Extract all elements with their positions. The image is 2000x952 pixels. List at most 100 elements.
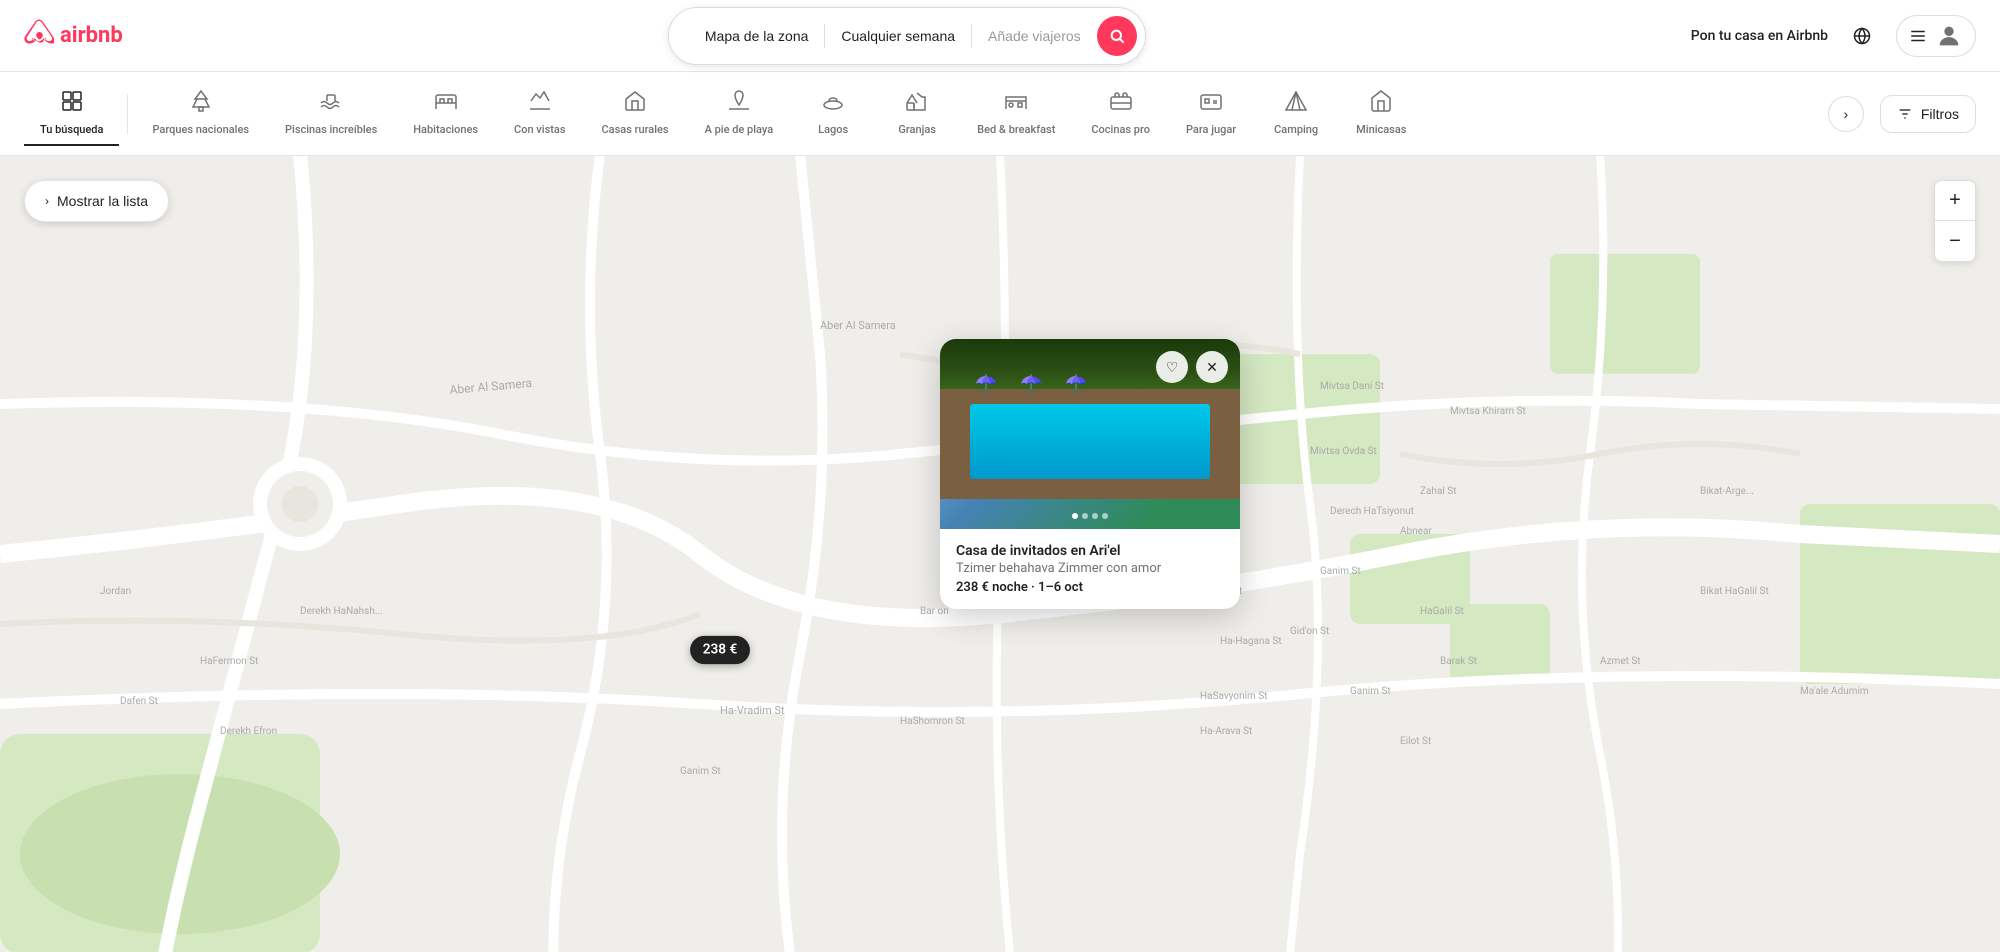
filter-button[interactable]: Filtros (1880, 95, 1976, 133)
popup-actions: ♡ ✕ (1156, 351, 1228, 383)
cat-icon-con-vistas (528, 89, 552, 119)
sidebar-item-casas-rurales[interactable]: Casas rurales (586, 81, 685, 146)
cat-label-granjas: Granjas (898, 123, 936, 136)
cat-icon-lagos (821, 89, 845, 119)
sidebar-item-granjas[interactable]: Granjas (877, 81, 957, 146)
zoom-in-button[interactable]: + (1935, 181, 1975, 221)
cat-icon-granjas (905, 89, 929, 119)
cat-label-bed-breakfast: Bed & breakfast (977, 123, 1055, 136)
logo[interactable]: airbnb (24, 16, 123, 55)
umbrella-3: ☂️ (1065, 374, 1087, 395)
cat-icon-cocinas-pro (1109, 89, 1133, 119)
search-button[interactable] (1097, 16, 1137, 56)
category-divider (127, 94, 128, 134)
sidebar-item-habitaciones[interactable]: Habitaciones (397, 81, 494, 146)
svg-text:Bar on: Bar on (920, 606, 949, 617)
cat-label-tu-busqueda: Tu búsqueda (40, 123, 103, 136)
zoom-controls: + − (1934, 180, 1976, 262)
menu-avatar[interactable] (1896, 15, 1976, 57)
cat-label-minicasas: Minicasas (1356, 123, 1406, 136)
svg-text:Ha-Arava St: Ha-Arava St (1200, 726, 1252, 737)
sidebar-item-piscinas-increibles[interactable]: Piscinas increíbles (269, 81, 393, 146)
svg-text:Mivtsa Khiram St: Mivtsa Khiram St (1450, 406, 1526, 417)
sidebar-item-tu-busqueda[interactable]: Tu búsqueda (24, 81, 119, 146)
svg-text:Derekh Efron: Derekh Efron (220, 725, 277, 737)
svg-text:Azmet St: Azmet St (1600, 656, 1641, 667)
svg-text:Ganim St: Ganim St (1320, 566, 1361, 577)
location-search[interactable]: Mapa de la zona (689, 28, 825, 44)
price-marker-238-label: 238 € (703, 642, 738, 658)
listing-popup: ☂️ ☂️ ☂️ ♡ ✕ Casa de invitados en Ari'el (940, 339, 1240, 609)
sidebar-item-lagos[interactable]: Lagos (793, 81, 873, 146)
cat-label-casas-rurales: Casas rurales (602, 123, 669, 136)
cat-label-camping: Camping (1274, 123, 1318, 136)
cat-label-para-jugar: Para jugar (1186, 123, 1236, 136)
svg-text:Jordan: Jordan (100, 586, 131, 597)
sidebar-item-minicasas[interactable]: Minicasas (1340, 81, 1422, 146)
cat-icon-casas-rurales (623, 89, 647, 119)
dot-4 (1102, 513, 1108, 519)
cat-icon-para-jugar (1199, 89, 1223, 119)
sidebar-item-camping[interactable]: Camping (1256, 81, 1336, 146)
zoom-out-button[interactable]: − (1935, 221, 1975, 261)
svg-text:Aber Al Samera: Aber Al Samera (820, 319, 896, 332)
svg-text:Bikat HaGalil St: Bikat HaGalil St (1700, 586, 1769, 597)
cat-icon-minicasas (1369, 89, 1393, 119)
svg-text:HaSavyonim St: HaSavyonim St (1200, 691, 1268, 702)
cat-icon-camping (1284, 89, 1308, 119)
cat-icon-bed-breakfast (1004, 89, 1028, 119)
cat-label-a-pie-de-playa: A pie de playa (705, 123, 774, 136)
cat-label-lagos: Lagos (818, 123, 848, 136)
popup-title: Casa de invitados en Ari'el (956, 543, 1224, 559)
category-nav: Tu búsqueda Parques nacionales Piscinas … (0, 72, 2000, 156)
date-search[interactable]: Cualquier semana (825, 28, 971, 44)
host-link[interactable]: Pon tu casa en Airbnb (1691, 28, 1828, 44)
header-right: Pon tu casa en Airbnb (1691, 15, 1976, 57)
sidebar-item-parques-nacionales[interactable]: Parques nacionales (136, 81, 265, 146)
cat-label-cocinas-pro: Cocinas pro (1091, 123, 1150, 136)
sidebar-item-con-vistas[interactable]: Con vistas (498, 81, 581, 146)
svg-text:Derekh HaNahsh...: Derekh HaNahsh... (300, 606, 383, 617)
show-list-button[interactable]: › Mostrar la lista (24, 180, 169, 222)
sidebar-item-a-pie-de-playa[interactable]: A pie de playa (689, 81, 790, 146)
svg-text:Derech HaTsiyonut: Derech HaTsiyonut (1330, 506, 1414, 517)
category-nav-arrow[interactable]: › (1828, 96, 1864, 132)
sidebar-item-cocinas-pro[interactable]: Cocinas pro (1075, 81, 1166, 146)
popup-favorite-button[interactable]: ♡ (1156, 351, 1188, 383)
pool-water (970, 404, 1210, 479)
map-container[interactable]: Aber Al Samera Aber Al Samera HaNahshori… (0, 156, 2000, 952)
search-bar: Mapa de la zona Cualquier semana Añade v… (668, 7, 1146, 65)
chevron-right-icon: › (45, 194, 49, 208)
sidebar-item-bed-breakfast[interactable]: Bed & breakfast (961, 81, 1071, 146)
svg-text:Ganim St: Ganim St (680, 766, 721, 777)
globe-button[interactable] (1844, 18, 1880, 54)
popup-close-button[interactable]: ✕ (1196, 351, 1228, 383)
umbrella-1: ☂️ (975, 374, 997, 395)
map-background: Aber Al Samera Aber Al Samera HaNahshori… (0, 156, 2000, 952)
svg-text:Abnear: Abnear (1400, 526, 1432, 537)
filter-label: Filtros (1921, 106, 1959, 122)
svg-text:Ha-Vradim St: Ha-Vradim St (720, 704, 785, 717)
cat-icon-habitaciones (434, 89, 458, 119)
cat-label-con-vistas: Con vistas (514, 123, 565, 136)
svg-text:Ganim St: Ganim St (1350, 686, 1391, 697)
cat-label-parques-nacionales: Parques nacionales (152, 123, 249, 136)
cat-icon-a-pie-de-playa (727, 89, 751, 119)
popup-subtitle: Tzimer behahava Zimmer con amor (956, 561, 1224, 576)
cat-label-piscinas-increibles: Piscinas increíbles (285, 123, 377, 136)
category-items: Tu búsqueda Parques nacionales Piscinas … (24, 81, 1828, 146)
show-list-label: Mostrar la lista (57, 193, 148, 209)
svg-text:Bikat-Arge...: Bikat-Arge... (1700, 486, 1754, 497)
svg-text:Ha-Hagana St: Ha-Hagana St (1220, 636, 1282, 647)
price-marker-238[interactable]: 238 € (690, 635, 750, 663)
svg-text:Mivtsa Dani St: Mivtsa Dani St (1320, 381, 1384, 392)
header: airbnb Mapa de la zona Cualquier semana … (0, 0, 2000, 72)
svg-text:HaFermon St: HaFermon St (200, 656, 258, 667)
sidebar-item-para-jugar[interactable]: Para jugar (1170, 81, 1252, 146)
svg-text:HaGalil St: HaGalil St (1420, 606, 1464, 617)
svg-text:Ma'ale Adumim: Ma'ale Adumim (1800, 686, 1869, 697)
svg-text:Barak St: Barak St (1440, 656, 1477, 667)
cat-label-habitaciones: Habitaciones (413, 123, 478, 136)
logo-text: airbnb (60, 23, 123, 48)
guests-search[interactable]: Añade viajeros (972, 28, 1097, 44)
